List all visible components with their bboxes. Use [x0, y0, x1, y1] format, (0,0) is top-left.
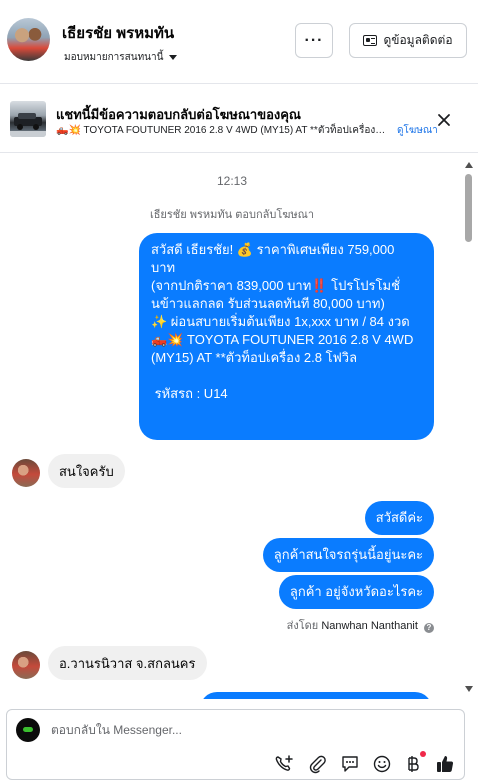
outgoing-message[interactable]: สวัสดีค่ะ: [364, 501, 434, 535]
incoming-message[interactable]: สนใจครับ: [48, 454, 125, 488]
ad-banner-title: แชทนี้มีข้อความตอบกลับต่อโฆษณาของคุณ: [56, 107, 301, 122]
caret-down-icon: [169, 55, 178, 60]
message-composer: [6, 709, 465, 780]
view-contact-info-label: ดูข้อมูลติดต่อ: [383, 33, 453, 47]
more-options-label: ···: [304, 31, 324, 49]
customer-avatar[interactable]: [12, 459, 40, 487]
contact-name[interactable]: เธียรชัย พรหมทัน: [62, 21, 174, 45]
attachment-icon[interactable]: [307, 754, 327, 774]
view-contact-info-button[interactable]: ดูข้อมูลติดต่อ: [349, 23, 467, 58]
scroll-down-arrow-icon[interactable]: [465, 686, 473, 692]
close-icon[interactable]: [436, 112, 452, 128]
outgoing-message[interactable]: ลูกค้าสนใจรถรุ่นนี้อยู่นะคะ: [262, 538, 434, 572]
ad-reply-note: เธียรชัย พรหมทัน ตอบกลับโฆษณา: [149, 209, 315, 221]
info-icon[interactable]: ?: [424, 623, 434, 633]
view-ad-link[interactable]: ดูโฆษณา: [397, 123, 438, 138]
scroll-up-arrow-icon[interactable]: [465, 162, 473, 168]
outgoing-message-ad-details[interactable]: สวัสดี เธียรชัย! 💰 ราคาพิเศษเพียง 759,00…: [139, 233, 434, 440]
emoji-icon[interactable]: [372, 754, 392, 774]
sent-by-prefix: ส่งโดย: [286, 620, 319, 632]
customer-avatar[interactable]: [12, 651, 40, 679]
outgoing-message[interactable]: ลูกค้า อยู่จังหวัดอะไรคะ: [278, 575, 434, 609]
message-timestamp: 12:13: [216, 174, 248, 188]
contact-card-icon: [363, 35, 378, 46]
payment-baht-icon[interactable]: [403, 754, 423, 774]
like-icon[interactable]: [435, 754, 455, 774]
ad-reply-banner: แชทนี้มีข้อความตอบกลับต่อโฆษณาของคุณ 🛻💥 …: [0, 85, 478, 153]
page-avatar: [16, 718, 40, 742]
ad-banner-subtitle: 🛻💥 TOYOTA FOUTUNER 2016 2.8 V 4WD (MY15)…: [56, 125, 388, 136]
sent-by-note: ส่งโดย Nanwhan Nanthanit ?: [0, 616, 434, 634]
notification-dot: [420, 751, 426, 757]
conversation-header: เธียรชัย พรหมทัน มอบหมายการสนทนานี้ ··· …: [0, 0, 478, 84]
outgoing-message-partial[interactable]: [200, 692, 432, 699]
scrollbar-thumb[interactable]: [465, 174, 472, 242]
ad-thumbnail[interactable]: [10, 101, 46, 137]
assign-conversation-label: มอบหมายการสนทนานี้: [64, 52, 164, 63]
add-contact-icon[interactable]: [274, 754, 294, 774]
sent-by-name: Nanwhan Nanthanit: [321, 620, 418, 632]
saved-replies-icon[interactable]: [340, 754, 360, 774]
contact-avatar[interactable]: [7, 18, 50, 61]
reply-input[interactable]: [51, 723, 351, 737]
assign-conversation-dropdown[interactable]: มอบหมายการสนทนานี้: [64, 50, 178, 65]
message-thread: 12:13 เธียรชัย พรหมทัน ตอบกลับโฆษณา สวัส…: [0, 154, 478, 699]
more-options-button[interactable]: ···: [295, 23, 333, 58]
message-scrollbar[interactable]: [463, 154, 475, 699]
incoming-message[interactable]: อ.วานรนิวาส จ.สกลนคร: [48, 646, 207, 680]
